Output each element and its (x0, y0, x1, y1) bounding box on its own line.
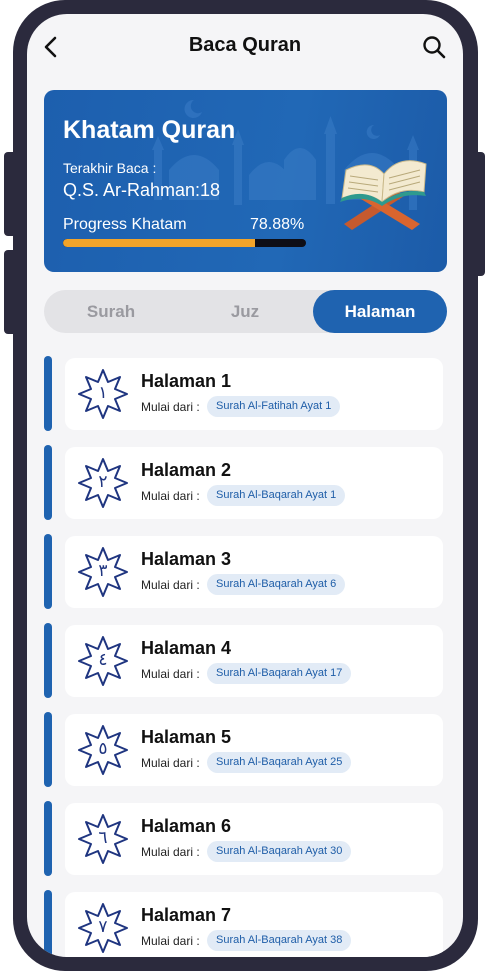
power-button (471, 152, 485, 276)
list-item-accent (44, 890, 52, 957)
tab-bar: Surah Juz Halaman (44, 290, 447, 333)
list-item-card[interactable]: ٦ Halaman 6 Mulai dari : Surah Al-Baqara… (65, 803, 443, 875)
list-item-card[interactable]: ٤ Halaman 4 Mulai dari : Surah Al-Baqara… (65, 625, 443, 697)
last-read-value: Q.S. Ar-Rahman:18 (63, 180, 221, 200)
start-badge: Surah Al-Baqarah Ayat 38 (207, 930, 352, 951)
page-number: ٥ (98, 739, 108, 759)
page-number: ٣ (98, 561, 108, 581)
list-item-accent (44, 712, 52, 787)
page-number: ٦ (98, 828, 108, 848)
list-item-card[interactable]: ٥ Halaman 5 Mulai dari : Surah Al-Baqara… (65, 714, 443, 786)
page-title-text: Halaman 2 (141, 460, 232, 480)
progress-bar-fill (63, 239, 255, 247)
list-item[interactable]: ٣ Halaman 3 Mulai dari : Surah Al-Baqara… (27, 534, 463, 609)
list-item-card[interactable]: ١ Halaman 1 Mulai dari : Surah Al-Fatiha… (65, 358, 443, 430)
page-title-text: Halaman 7 (141, 905, 232, 925)
page-number: ٧ (98, 917, 108, 937)
search-icon (423, 36, 446, 59)
start-badge: Surah Al-Baqarah Ayat 17 (207, 663, 352, 684)
list-item-accent (44, 445, 52, 520)
list-item-accent (44, 534, 52, 609)
page-title-text: Halaman 4 (141, 638, 232, 658)
list-item-card[interactable]: ٣ Halaman 3 Mulai dari : Surah Al-Baqara… (65, 536, 443, 608)
list-item[interactable]: ٧ Halaman 7 Mulai dari : Surah Al-Baqara… (27, 890, 463, 957)
app-header: Baca Quran (27, 14, 463, 84)
page-title-text: Halaman 3 (141, 549, 232, 569)
khatam-banner[interactable]: Khatam Quran Terakhir Baca : Q.S. Ar-Rah… (44, 90, 447, 272)
progress-label: Progress Khatam (63, 216, 187, 233)
page-number: ٤ (98, 650, 108, 670)
tab-juz[interactable]: Juz (178, 290, 312, 333)
tab-surah[interactable]: Surah (44, 290, 178, 333)
page-title-text: Halaman 1 (141, 371, 232, 391)
list-item-accent (44, 623, 52, 698)
list-item[interactable]: ٦ Halaman 6 Mulai dari : Surah Al-Baqara… (27, 801, 463, 876)
list-item[interactable]: ٥ Halaman 5 Mulai dari : Surah Al-Baqara… (27, 712, 463, 787)
page-title-text: Halaman 6 (141, 816, 232, 836)
list-item-card[interactable]: ٧ Halaman 7 Mulai dari : Surah Al-Baqara… (65, 892, 443, 957)
start-badge: Surah Al-Baqarah Ayat 25 (207, 752, 352, 773)
list-item-accent (44, 356, 52, 431)
start-label: Mulai dari : (141, 667, 200, 681)
start-label: Mulai dari : (141, 400, 200, 414)
start-label: Mulai dari : (141, 489, 200, 503)
start-label: Mulai dari : (141, 756, 200, 770)
tab-halaman[interactable]: Halaman (313, 290, 447, 333)
app-screen: Baca Quran Khatam Quran Terakhir Baca: … (27, 14, 463, 957)
start-badge: Surah Al-Baqarah Ayat 30 (207, 841, 352, 862)
start-label: Mulai dari : (141, 934, 200, 948)
list-item-card[interactable]: ٢ Halaman 2 Mulai dari : Surah Al-Baqara… (65, 447, 443, 519)
progress-bar (63, 239, 306, 247)
last-read-label: Terakhir Baca : (63, 160, 157, 176)
page-number: ١ (98, 383, 108, 403)
banner-title: Khatam Quran (63, 116, 236, 144)
list-item-accent (44, 801, 52, 876)
quran-book-icon (340, 160, 427, 230)
page-number: ٢ (98, 472, 108, 492)
page-title: Baca Quran (188, 34, 302, 56)
start-badge: Surah Al-Fatihah Ayat 1 (207, 396, 341, 417)
list-item[interactable]: ١ Halaman 1 Mulai dari : Surah Al-Fatiha… (27, 356, 463, 431)
search-button[interactable] (421, 34, 447, 60)
volume-up-button (4, 152, 18, 236)
progress-value: 78.88% (250, 216, 305, 233)
start-badge: Surah Al-Baqarah Ayat 6 (207, 574, 346, 595)
page-title-text: Halaman 5 (141, 727, 232, 747)
start-label: Mulai dari : (141, 578, 200, 592)
start-badge: Surah Al-Baqarah Ayat 1 (207, 485, 346, 506)
start-label: Mulai dari : (141, 845, 200, 859)
list-item[interactable]: ٤ Halaman 4 Mulai dari : Surah Al-Baqara… (27, 623, 463, 698)
volume-down-button (4, 250, 18, 334)
list-item[interactable]: ٢ Halaman 2 Mulai dari : Surah Al-Baqara… (27, 445, 463, 520)
